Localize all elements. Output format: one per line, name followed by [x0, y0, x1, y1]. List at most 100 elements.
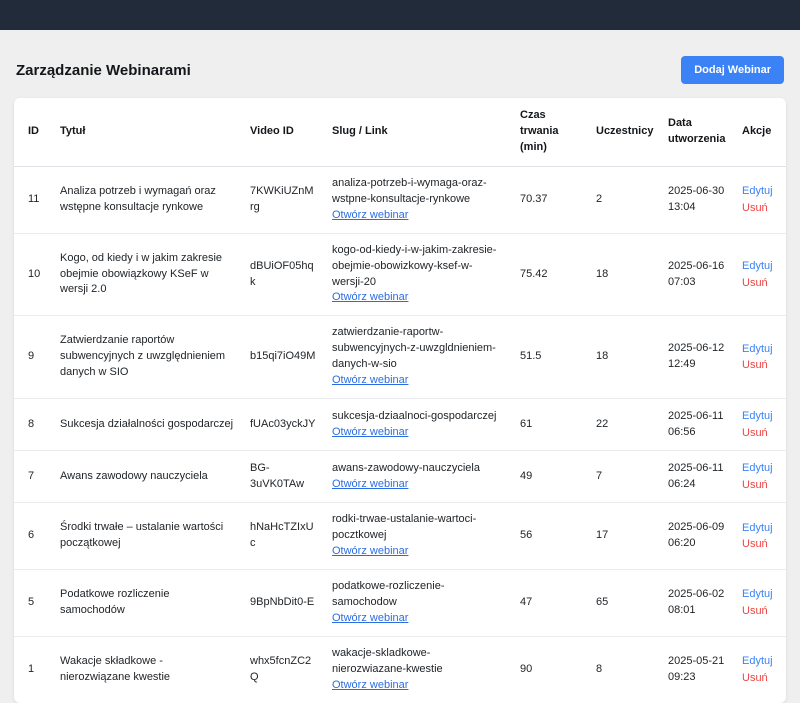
created-date: 2025-06-16 [668, 259, 726, 275]
cell-actions: EdytujUsuń [734, 636, 786, 702]
table-row: 6Środki trwałe – ustalanie wartości pocz… [14, 503, 786, 570]
cell-duration: 70.37 [512, 166, 588, 233]
column-header-video-id: Video ID [242, 98, 324, 166]
delete-link[interactable]: Usuń [742, 603, 778, 620]
edit-link[interactable]: Edytuj [742, 408, 778, 425]
cell-created: 2025-06-3013:04 [660, 166, 734, 233]
table-row: 8Sukcesja działalności gospodarczejfUAc0… [14, 399, 786, 451]
cell-duration: 75.42 [512, 233, 588, 316]
cell-actions: EdytujUsuń [734, 316, 786, 399]
edit-link[interactable]: Edytuj [742, 341, 778, 358]
cell-video-id: whx5fcnZC2Q [242, 636, 324, 702]
cell-id: 6 [14, 503, 52, 570]
cell-created: 2025-06-0208:01 [660, 569, 734, 636]
cell-participants: 17 [588, 503, 660, 570]
cell-participants: 8 [588, 636, 660, 702]
page-title: Zarządzanie Webinarami [16, 62, 191, 79]
cell-slug: sukcesja-dziaalnoci-gospodarczejOtwórz w… [324, 399, 512, 451]
cell-id: 11 [14, 166, 52, 233]
cell-slug: zatwierdzanie-raportw-subwencyjnych-z-uw… [324, 316, 512, 399]
cell-title: Kogo, od kiedy i w jakim zakresie obejmi… [52, 233, 242, 316]
open-webinar-link[interactable]: Otwórz webinar [332, 209, 408, 221]
cell-participants: 22 [588, 399, 660, 451]
cell-actions: EdytujUsuń [734, 569, 786, 636]
column-header-duration: Czas trwania (min) [512, 98, 588, 166]
cell-participants: 18 [588, 316, 660, 399]
open-webinar-link[interactable]: Otwórz webinar [332, 426, 408, 438]
add-webinar-button[interactable]: Dodaj Webinar [681, 56, 784, 84]
open-webinar-link[interactable]: Otwórz webinar [332, 374, 408, 386]
edit-link[interactable]: Edytuj [742, 183, 778, 200]
webinar-table-body: 11Analiza potrzeb i wymagań oraz wstępne… [14, 166, 786, 702]
delete-link[interactable]: Usuń [742, 536, 778, 553]
delete-link[interactable]: Usuń [742, 275, 778, 292]
cell-duration: 51.5 [512, 316, 588, 399]
delete-link[interactable]: Usuń [742, 477, 778, 494]
cell-slug: wakacje-skladkowe-nierozwiazane-kwestieO… [324, 636, 512, 702]
created-date: 2025-05-21 [668, 654, 726, 670]
cell-participants: 7 [588, 451, 660, 503]
slug-text: awans-zawodowy-nauczyciela [332, 461, 504, 477]
cell-duration: 90 [512, 636, 588, 702]
column-header-id: ID [14, 98, 52, 166]
slug-text: rodki-trwae-ustalanie-wartoci-pocztkowej [332, 512, 504, 544]
cell-actions: EdytujUsuń [734, 503, 786, 570]
cell-actions: EdytujUsuń [734, 166, 786, 233]
column-header-participants: Uczestnicy [588, 98, 660, 166]
cell-title: Analiza potrzeb i wymagań oraz wstępne k… [52, 166, 242, 233]
cell-participants: 65 [588, 569, 660, 636]
cell-actions: EdytujUsuń [734, 399, 786, 451]
cell-title: Wakacje składkowe - nierozwiązane kwesti… [52, 636, 242, 702]
open-webinar-link[interactable]: Otwórz webinar [332, 612, 408, 624]
top-navbar [0, 0, 800, 30]
cell-created: 2025-06-1212:49 [660, 316, 734, 399]
edit-link[interactable]: Edytuj [742, 586, 778, 603]
cell-title: Sukcesja działalności gospodarczej [52, 399, 242, 451]
slug-text: sukcesja-dziaalnoci-gospodarczej [332, 409, 504, 425]
cell-participants: 18 [588, 233, 660, 316]
column-header-title: Tytuł [52, 98, 242, 166]
cell-id: 10 [14, 233, 52, 316]
table-row: 11Analiza potrzeb i wymagań oraz wstępne… [14, 166, 786, 233]
slug-text: analiza-potrzeb-i-wymaga-oraz-wstpne-kon… [332, 176, 504, 208]
delete-link[interactable]: Usuń [742, 670, 778, 687]
cell-duration: 49 [512, 451, 588, 503]
delete-link[interactable]: Usuń [742, 357, 778, 374]
created-time: 09:23 [668, 670, 726, 686]
cell-video-id: hNaHcTZIxUc [242, 503, 324, 570]
cell-id: 7 [14, 451, 52, 503]
edit-link[interactable]: Edytuj [742, 460, 778, 477]
cell-created: 2025-06-0906:20 [660, 503, 734, 570]
open-webinar-link[interactable]: Otwórz webinar [332, 291, 408, 303]
delete-link[interactable]: Usuń [742, 425, 778, 442]
edit-link[interactable]: Edytuj [742, 653, 778, 670]
edit-link[interactable]: Edytuj [742, 520, 778, 537]
cell-duration: 56 [512, 503, 588, 570]
cell-created: 2025-06-1106:24 [660, 451, 734, 503]
cell-actions: EdytujUsuń [734, 451, 786, 503]
cell-participants: 2 [588, 166, 660, 233]
cell-video-id: 7KWKiUZnMrg [242, 166, 324, 233]
cell-title: Środki trwałe – ustalanie wartości począ… [52, 503, 242, 570]
cell-created: 2025-05-2109:23 [660, 636, 734, 702]
table-header-row: ID Tytuł Video ID Slug / Link Czas trwan… [14, 98, 786, 166]
cell-duration: 47 [512, 569, 588, 636]
created-time: 07:03 [668, 275, 726, 291]
open-webinar-link[interactable]: Otwórz webinar [332, 478, 408, 490]
slug-text: podatkowe-rozliczenie-samochodow [332, 579, 504, 611]
column-header-slug: Slug / Link [324, 98, 512, 166]
edit-link[interactable]: Edytuj [742, 258, 778, 275]
delete-link[interactable]: Usuń [742, 200, 778, 217]
cell-id: 5 [14, 569, 52, 636]
open-webinar-link[interactable]: Otwórz webinar [332, 545, 408, 557]
open-webinar-link[interactable]: Otwórz webinar [332, 679, 408, 691]
column-header-actions: Akcje [734, 98, 786, 166]
created-date: 2025-06-30 [668, 184, 726, 200]
page-header: Zarządzanie Webinarami Dodaj Webinar [0, 30, 800, 98]
cell-created: 2025-06-1106:56 [660, 399, 734, 451]
slug-text: zatwierdzanie-raportw-subwencyjnych-z-uw… [332, 325, 504, 373]
cell-id: 1 [14, 636, 52, 702]
cell-id: 8 [14, 399, 52, 451]
created-date: 2025-06-09 [668, 520, 726, 536]
table-row: 7Awans zawodowy nauczycielaBG-3uVK0TAwaw… [14, 451, 786, 503]
